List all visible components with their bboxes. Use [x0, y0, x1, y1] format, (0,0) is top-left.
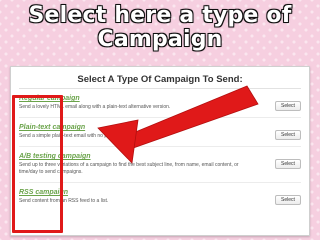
panel-title: Select A Type Of Campaign To Send:	[77, 74, 243, 85]
headline-line-2: Campaign	[97, 27, 223, 52]
select-button-ab-testing[interactable]: Select	[275, 159, 301, 169]
headline-line-1: Select here a type of	[28, 3, 292, 28]
highlight-box	[12, 95, 63, 233]
select-button-rss[interactable]: Select	[275, 195, 301, 205]
select-button-regular[interactable]: Select	[275, 101, 301, 111]
select-button-plain-text[interactable]: Select	[275, 130, 301, 140]
headline: Select here a type of Campaign	[0, 4, 320, 52]
title-divider	[19, 88, 301, 89]
